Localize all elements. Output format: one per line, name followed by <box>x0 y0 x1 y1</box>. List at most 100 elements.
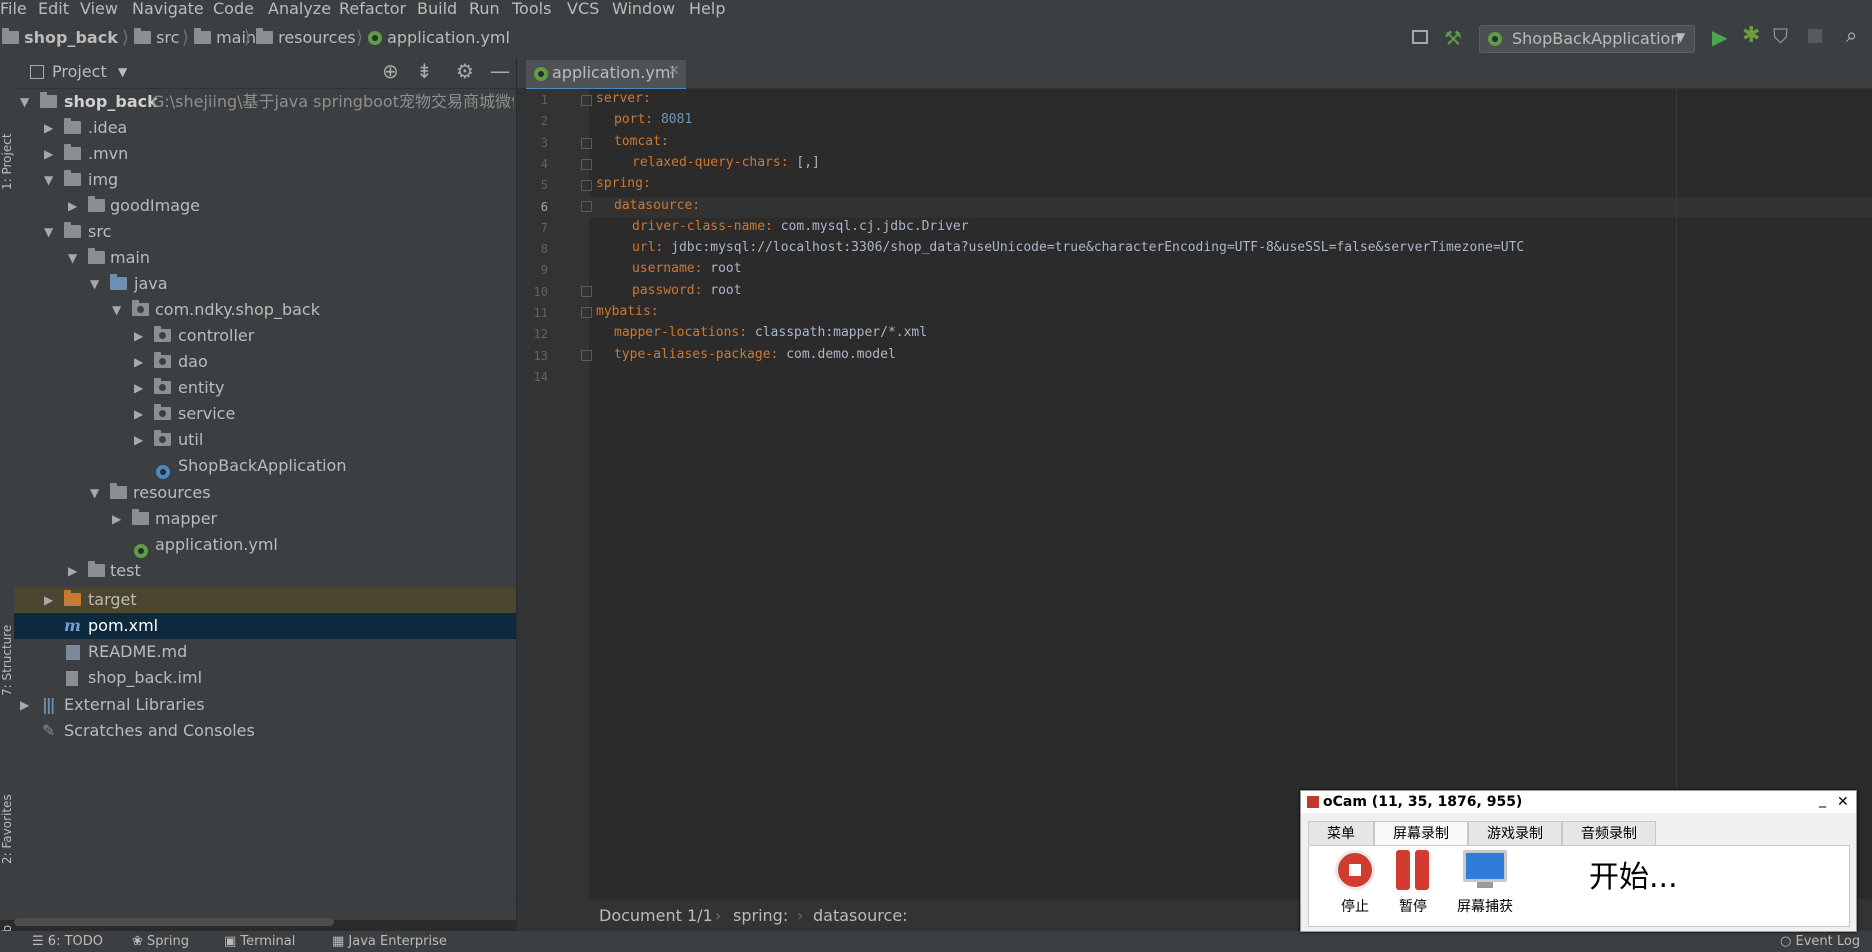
menu-run[interactable]: Run <box>469 0 500 17</box>
code-line[interactable]: username: root <box>632 261 742 276</box>
stop-record-icon[interactable] <box>1335 850 1375 890</box>
code-line[interactable]: relaxed-query-chars: [,] <box>632 155 820 170</box>
tree-item-external-libraries[interactable]: ▶ ||| External Libraries <box>14 692 516 718</box>
fold-marker-icon[interactable] <box>581 307 592 318</box>
chevron-down-icon[interactable]: ▼ <box>118 65 127 79</box>
build-hammer-icon[interactable]: ⚒ <box>1444 26 1462 50</box>
coverage-shield-icon[interactable]: ⛉ <box>1773 24 1788 48</box>
spring-tool-button[interactable]: ❀ Spring <box>132 934 189 949</box>
tree-item-java[interactable]: ▼ java <box>14 271 516 297</box>
tree-item-idea[interactable]: ▶ .idea <box>14 115 516 141</box>
ocam-stop-label[interactable]: 停止 <box>1329 896 1381 916</box>
favorites-tool-button[interactable]: 2: Favorites <box>0 794 14 864</box>
tree-item-mvn[interactable]: ▶ .mvn <box>14 141 516 167</box>
tree-item-shop-back-iml[interactable]: shop_back.iml <box>14 665 516 691</box>
collapse-all-icon[interactable]: ⇟ <box>416 59 433 83</box>
menu-analyze[interactable]: Analyze <box>268 0 331 17</box>
close-icon[interactable]: ✕ <box>668 63 680 79</box>
ocam-capture-label[interactable]: 屏幕捕获 <box>1449 896 1521 916</box>
project-structure-icon[interactable] <box>1412 30 1428 44</box>
tree-item-resources[interactable]: ▼ resources <box>14 480 516 506</box>
menu-navigate[interactable]: Navigate <box>132 0 204 17</box>
tree-item-target[interactable]: ▶ target <box>14 587 516 613</box>
code-line[interactable]: datasource: <box>614 198 700 213</box>
tree-item-pom-xml[interactable]: m pom.xml <box>14 613 516 639</box>
expanded-arrow-icon[interactable]: ▼ <box>90 480 99 506</box>
ocam-tab-game-record[interactable]: 游戏录制 <box>1468 821 1562 847</box>
tree-item-scratches[interactable]: ✎ Scratches and Consoles <box>14 718 516 744</box>
menu-build[interactable]: Build <box>417 0 457 17</box>
search-icon[interactable]: ⌕ <box>1846 23 1857 47</box>
monitor-capture-icon[interactable] <box>1463 850 1507 882</box>
pause-icon[interactable] <box>1396 850 1410 890</box>
ocam-tab-screen-record[interactable]: 屏幕录制 <box>1374 821 1468 847</box>
code-line[interactable]: mapper-locations: classpath:mapper/*.xml <box>614 325 927 340</box>
code-line[interactable]: driver-class-name: com.mysql.cj.jdbc.Dri… <box>632 219 969 234</box>
tab-application-yml[interactable]: application.yml ✕ <box>526 60 686 91</box>
tree-item-readme[interactable]: README.md <box>14 639 516 665</box>
breadcrumb-datasource[interactable]: datasource: <box>813 906 908 925</box>
project-tool-button[interactable]: 1: Project <box>0 133 14 190</box>
fold-marker-icon[interactable] <box>581 138 592 149</box>
horizontal-scrollbar[interactable] <box>14 918 334 926</box>
run-configuration-select[interactable]: ShopBackApplication ▼ <box>1479 25 1695 53</box>
menu-view[interactable]: View <box>80 0 118 17</box>
breadcrumb-resources[interactable]: resources <box>256 28 356 47</box>
event-log-tool-button[interactable]: ○ Event Log <box>1780 934 1860 949</box>
fold-marker-icon[interactable] <box>581 286 592 297</box>
tree-item-controller[interactable]: ▶ controller <box>14 323 516 349</box>
stop-icon[interactable] <box>1808 29 1822 43</box>
java-enterprise-tool-button[interactable]: ▦ Java Enterprise <box>332 934 447 949</box>
project-view-label[interactable]: Project <box>52 62 107 81</box>
collapsed-arrow-icon[interactable]: ▶ <box>134 375 143 401</box>
fold-marker-icon[interactable] <box>581 201 592 212</box>
code-line[interactable]: server: <box>596 91 651 106</box>
close-icon[interactable]: ✕ <box>1837 791 1849 813</box>
tree-item-service[interactable]: ▶ service <box>14 401 516 427</box>
expanded-arrow-icon[interactable]: ▼ <box>20 89 29 115</box>
ocam-tab-audio-record[interactable]: 音频录制 <box>1562 821 1656 847</box>
tree-item-goodimage[interactable]: ▶ goodImage <box>14 193 516 219</box>
structure-tool-button[interactable]: 7: Structure <box>0 625 14 696</box>
code-line[interactable]: type-aliases-package: com.demo.model <box>614 347 896 362</box>
menu-code[interactable]: Code <box>213 0 254 17</box>
menu-tools[interactable]: Tools <box>512 0 551 17</box>
breadcrumb-shop-back[interactable]: shop_back <box>2 28 118 47</box>
ocam-pause-label[interactable]: 暂停 <box>1387 896 1439 916</box>
collapsed-arrow-icon[interactable]: ▶ <box>134 427 143 453</box>
fold-marker-icon[interactable] <box>581 159 592 170</box>
tree-item-mapper[interactable]: ▶ mapper <box>14 506 516 532</box>
breadcrumb-src[interactable]: src <box>134 28 179 47</box>
collapsed-arrow-icon[interactable]: ▶ <box>134 401 143 427</box>
todo-tool-button[interactable]: ☰ 6: TODO <box>32 934 103 949</box>
tree-item-application-yml[interactable]: application.yml <box>14 532 516 558</box>
hide-panel-icon[interactable]: — <box>490 59 510 83</box>
collapsed-arrow-icon[interactable]: ▶ <box>134 323 143 349</box>
menu-vcs[interactable]: VCS <box>567 0 599 17</box>
expanded-arrow-icon[interactable]: ▼ <box>90 271 99 297</box>
run-icon[interactable]: ▶ <box>1712 25 1727 49</box>
ocam-tab-menu[interactable]: 菜单 <box>1308 821 1374 847</box>
locate-target-icon[interactable]: ⊕ <box>382 59 399 83</box>
code-line[interactable]: port: 8081 <box>614 112 692 127</box>
collapsed-arrow-icon[interactable]: ▶ <box>68 558 77 584</box>
tree-root-shop-back[interactable]: ▼ shop_back G:\shejiing\基于java springboo… <box>14 89 516 115</box>
terminal-tool-button[interactable]: ▣ Terminal <box>224 934 295 949</box>
code-line[interactable]: spring: <box>596 176 651 191</box>
expanded-arrow-icon[interactable]: ▼ <box>68 245 77 271</box>
fold-marker-icon[interactable] <box>581 350 592 361</box>
code-line[interactable]: mybatis: <box>596 304 659 319</box>
menu-file[interactable]: File <box>0 0 27 17</box>
fold-marker-icon[interactable] <box>581 180 592 191</box>
menu-refactor[interactable]: Refactor <box>339 0 406 17</box>
expanded-arrow-icon[interactable]: ▼ <box>44 219 53 245</box>
tree-item-src[interactable]: ▼ src <box>14 219 516 245</box>
breadcrumb-application-yml[interactable]: application.yml <box>368 28 510 47</box>
collapsed-arrow-icon[interactable]: ▶ <box>112 506 121 532</box>
tree-item-img[interactable]: ▼ img <box>14 167 516 193</box>
expanded-arrow-icon[interactable]: ▼ <box>44 167 53 193</box>
collapsed-arrow-icon[interactable]: ▶ <box>44 587 53 613</box>
breadcrumb-spring[interactable]: spring: <box>733 906 788 925</box>
tree-item-test[interactable]: ▶ test <box>14 558 516 584</box>
tree-item-package[interactable]: ▼ com.ndky.shop_back <box>14 297 516 323</box>
